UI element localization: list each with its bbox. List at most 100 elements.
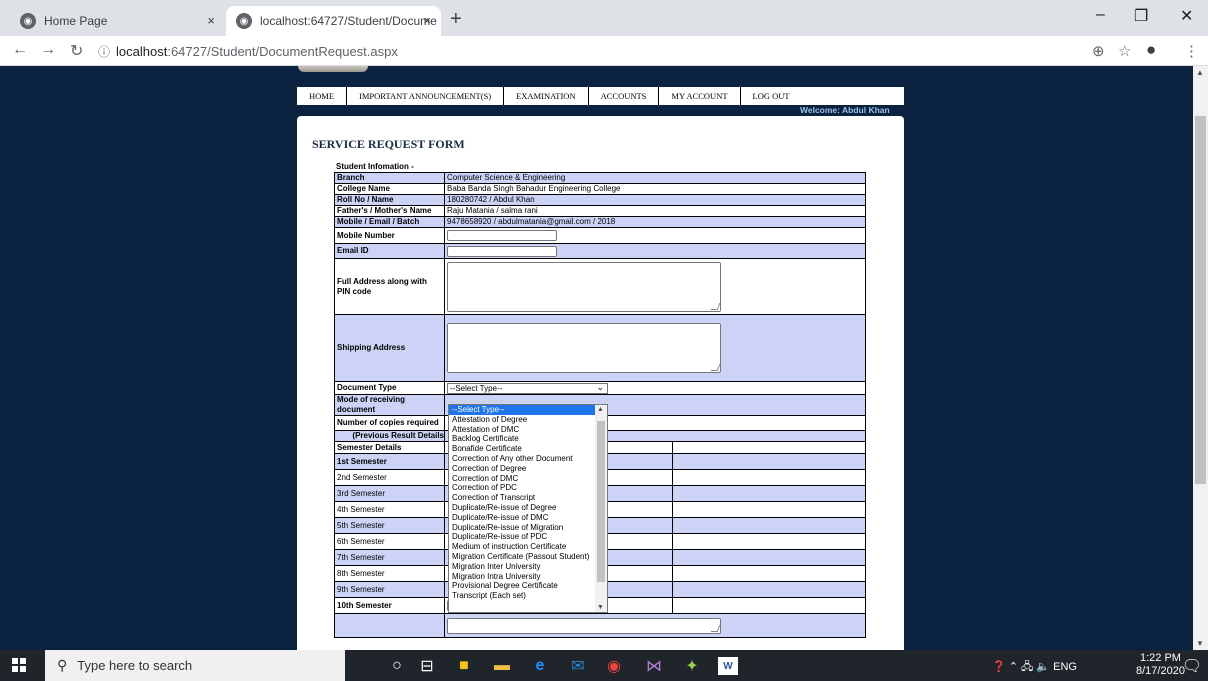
menu-my-account[interactable]: MY ACCOUNT: [659, 87, 741, 105]
dropdown-option[interactable]: Correction of Transcript: [449, 493, 607, 503]
globe-icon: ◉: [236, 13, 252, 29]
scroll-down-icon[interactable]: ▼: [1196, 639, 1204, 648]
task-view-icon[interactable]: ⊟: [415, 655, 439, 677]
dropdown-option[interactable]: --Select Type--: [449, 405, 607, 415]
menu-examination[interactable]: EXAMINATION: [504, 87, 589, 105]
clock[interactable]: 1:22 PM 8/17/2020: [1136, 652, 1185, 678]
bookmark-star-icon[interactable]: ☆: [1118, 42, 1131, 60]
full-address-textarea[interactable]: [447, 261, 721, 312]
table-row: Roll No / Name 180280742 / Abdul Khan: [334, 194, 867, 206]
language-indicator[interactable]: ENG: [1053, 661, 1077, 673]
field-value: 180280742 / Abdul Khan: [443, 194, 867, 206]
mode-label: Mode of receiving document: [334, 394, 445, 416]
dropdown-option[interactable]: Medium of instruction Certificate: [449, 542, 607, 552]
menu-logout[interactable]: LOG OUT: [741, 87, 802, 105]
new-tab-button[interactable]: +: [450, 8, 462, 31]
table-row: Mobile Number: [334, 227, 867, 244]
scroll-up-icon[interactable]: ▲: [1196, 68, 1204, 77]
globe-icon: ◉: [20, 13, 36, 29]
scrollbar-thumb[interactable]: [1195, 116, 1206, 484]
menu-dots-icon[interactable]: ⋮: [1184, 42, 1199, 60]
dropdown-option[interactable]: Bonafide Certificate: [449, 444, 607, 454]
semester-label: 5th Semester: [334, 517, 445, 534]
help-icon[interactable]: ❓: [992, 661, 1006, 673]
browser-toolbar: ← → ↻ ⓘ localhost :64727/Student/Documen…: [0, 36, 1208, 66]
dropdown-scrollbar[interactable]: ▲ ▼: [595, 405, 607, 612]
forward-icon[interactable]: →: [40, 41, 56, 59]
windows-start-icon[interactable]: [12, 658, 26, 672]
store-icon[interactable]: ■: [452, 655, 476, 677]
dropdown-option[interactable]: Migration Intra University: [449, 572, 607, 582]
dropdown-option[interactable]: Transcript (Each set): [449, 591, 607, 601]
minimize-icon[interactable]: –: [1096, 6, 1105, 24]
semester-header: Semester Details: [334, 441, 445, 454]
restore-icon[interactable]: ❐: [1134, 6, 1148, 26]
info-icon[interactable]: ⓘ: [98, 43, 110, 60]
browser-tab-strip: ◉ Home Page × ◉ localhost:64727/Student/…: [0, 0, 1208, 36]
page-scrollbar[interactable]: ▲ ▼: [1193, 66, 1208, 650]
dropdown-option[interactable]: Attestation of Degree: [449, 415, 607, 425]
back-icon[interactable]: ←: [12, 41, 28, 59]
word-icon[interactable]: W: [718, 657, 738, 675]
email-input[interactable]: [447, 245, 557, 257]
address-bar[interactable]: ⓘ localhost :64727/Student/DocumentReque…: [98, 40, 1068, 62]
table-row: Mobile / Email / Batch 9478658920 / abdu…: [334, 216, 867, 228]
menu-home[interactable]: HOME: [297, 87, 348, 105]
taskbar-search[interactable]: ⚲ Type here to search: [45, 650, 345, 681]
scrollbar-thumb[interactable]: [597, 421, 605, 582]
field-label: Roll No / Name: [334, 194, 445, 206]
system-tray: ❓ ⌃ 🖧 🔈 ENG: [992, 658, 1077, 677]
tab-close-icon[interactable]: ×: [423, 13, 431, 28]
table-row: Document Type --Select Type-- ⌄: [334, 381, 867, 395]
document-type-dropdown-list[interactable]: --Select Type-- Attestation of Degree Atte…: [448, 404, 608, 613]
dropdown-option[interactable]: Backlog Certificate: [449, 434, 607, 444]
dropdown-option[interactable]: Correction of Degree: [449, 464, 607, 474]
table-row: Father's / Mother's Name Raju Matania / …: [334, 205, 867, 217]
menu-announcements[interactable]: IMPORTANT ANNOUNCEMENT(S): [347, 87, 505, 105]
welcome-text: Welcome: Abdul Khan: [800, 105, 890, 115]
document-type-select[interactable]: --Select Type-- ⌄: [447, 382, 608, 394]
cortana-icon[interactable]: ○: [385, 655, 409, 677]
remarks-textarea[interactable]: [447, 617, 721, 634]
zoom-icon[interactable]: ⊕: [1092, 42, 1105, 60]
tab-close-icon[interactable]: ×: [207, 13, 215, 28]
tab-document-request[interactable]: ◉ localhost:64727/Student/Docume ×: [226, 6, 441, 36]
mobile-number-input[interactable]: [447, 230, 557, 241]
dropdown-option[interactable]: Provisional Degree Certificate: [449, 581, 607, 591]
reload-icon[interactable]: ↻: [70, 41, 83, 61]
profile-icon[interactable]: ●: [1146, 40, 1156, 60]
app-icon[interactable]: ✦: [680, 655, 704, 677]
field-value: 9478658920 / abdulmatania@gmail.com / 20…: [443, 216, 867, 228]
visual-studio-icon[interactable]: ⋈: [642, 655, 666, 677]
semester-label: 2nd Semester: [334, 469, 445, 486]
scroll-down-icon[interactable]: ▼: [597, 604, 604, 611]
dropdown-option[interactable]: Attestation of DMC: [449, 425, 607, 435]
close-window-icon[interactable]: ✕: [1180, 6, 1193, 26]
page-title: SERVICE REQUEST FORM: [312, 137, 465, 151]
chrome-icon[interactable]: ◉: [602, 655, 626, 677]
dropdown-option[interactable]: Duplicate/Re-issue of DMC: [449, 513, 607, 523]
volume-icon[interactable]: 🔈: [1036, 661, 1050, 673]
dropdown-option[interactable]: Correction of Any other Document: [449, 454, 607, 464]
dropdown-option[interactable]: Duplicate/Re-issue of PDC: [449, 532, 607, 542]
file-explorer-icon[interactable]: ▬: [490, 655, 514, 677]
dropdown-option[interactable]: Correction of PDC: [449, 483, 607, 493]
search-icon: ⚲: [57, 657, 68, 673]
edge-icon[interactable]: e: [528, 655, 552, 677]
dropdown-option[interactable]: Duplicate/Re-issue of Migration: [449, 523, 607, 533]
scroll-up-icon[interactable]: ▲: [597, 406, 604, 413]
tab-home-page[interactable]: ◉ Home Page ×: [10, 6, 225, 36]
menu-accounts[interactable]: ACCOUNTS: [589, 87, 660, 105]
mail-icon[interactable]: ✉: [566, 655, 590, 677]
notifications-icon[interactable]: 🗨: [1180, 655, 1204, 677]
dropdown-option[interactable]: Migration Certificate (Passout Student): [449, 552, 607, 562]
dropdown-option[interactable]: Duplicate/Re-issue of Degree: [449, 503, 607, 513]
network-icon[interactable]: 🖧: [1021, 661, 1033, 673]
chevron-up-icon[interactable]: ⌃: [1009, 661, 1018, 673]
dropdown-option[interactable]: Correction of DMC: [449, 474, 607, 484]
semester-label: 3rd Semester: [334, 485, 445, 502]
shipping-address-textarea[interactable]: [447, 323, 721, 373]
clock-date: 8/17/2020: [1136, 665, 1185, 677]
field-value: Computer Science & Engineering: [443, 172, 867, 184]
dropdown-option[interactable]: Migration Inter University: [449, 562, 607, 572]
